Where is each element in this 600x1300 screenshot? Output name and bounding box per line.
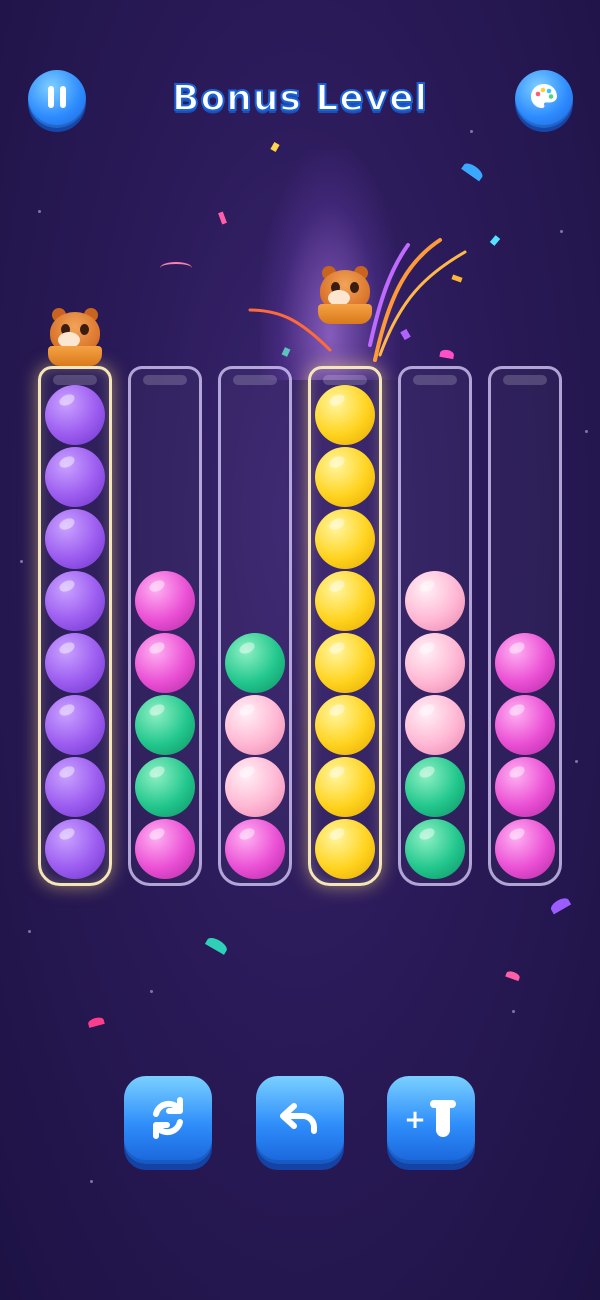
ball-magenta	[135, 633, 195, 693]
tube-rim	[503, 375, 547, 385]
tube-4[interactable]	[308, 366, 382, 886]
ball-pink	[405, 571, 465, 631]
tube-rim	[323, 375, 367, 385]
ball-pink	[405, 695, 465, 755]
tube-6[interactable]	[488, 366, 562, 886]
ball-magenta	[495, 633, 555, 693]
ball-pink	[225, 757, 285, 817]
add-tube-icon	[428, 1096, 458, 1144]
ball-purple	[45, 385, 105, 445]
ball-magenta	[495, 819, 555, 879]
ball-yellow	[315, 509, 375, 569]
ball-purple	[45, 447, 105, 507]
ball-yellow	[315, 757, 375, 817]
ball-purple	[45, 633, 105, 693]
ball-magenta	[135, 819, 195, 879]
restart-button[interactable]	[124, 1076, 212, 1164]
hamster-mascot	[314, 266, 376, 326]
add-tube-button[interactable]: +	[387, 1076, 475, 1164]
ball-green	[135, 757, 195, 817]
tube-rim	[233, 375, 277, 385]
ball-green	[225, 633, 285, 693]
add-tube-label: +	[404, 1105, 426, 1135]
ball-yellow	[315, 633, 375, 693]
tube-3[interactable]	[218, 366, 292, 886]
ball-green	[135, 695, 195, 755]
ball-yellow	[315, 819, 375, 879]
theme-button[interactable]	[515, 70, 573, 128]
ball-magenta	[495, 695, 555, 755]
ball-yellow	[315, 695, 375, 755]
ball-purple	[45, 757, 105, 817]
palette-icon	[529, 82, 559, 116]
ball-magenta	[495, 757, 555, 817]
ball-green	[405, 757, 465, 817]
tube-2[interactable]	[128, 366, 202, 886]
ball-purple	[45, 819, 105, 879]
tube-rim	[413, 375, 457, 385]
ball-magenta	[135, 571, 195, 631]
undo-button[interactable]	[256, 1076, 344, 1164]
level-title: Bonus Level	[171, 77, 428, 120]
ball-magenta	[225, 819, 285, 879]
tube-5[interactable]	[398, 366, 472, 886]
ball-yellow	[315, 385, 375, 445]
ball-purple	[45, 571, 105, 631]
ball-pink	[405, 633, 465, 693]
undo-icon	[276, 1094, 324, 1146]
ball-yellow	[315, 571, 375, 631]
ball-purple	[45, 695, 105, 755]
ball-purple	[45, 509, 105, 569]
tube-rim	[143, 375, 187, 385]
ball-green	[405, 819, 465, 879]
tube-rim	[53, 375, 97, 385]
tube-1[interactable]	[38, 366, 112, 886]
ball-pink	[225, 695, 285, 755]
hamster-mascot	[44, 308, 106, 368]
ball-yellow	[315, 447, 375, 507]
restart-icon	[144, 1094, 192, 1146]
